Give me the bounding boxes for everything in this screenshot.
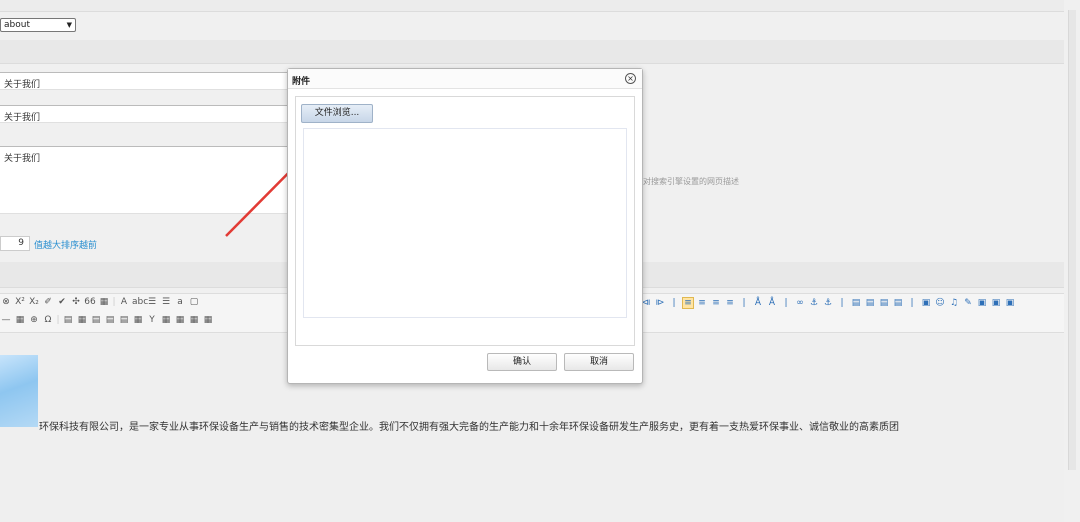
toolbar-button[interactable]: ▤ xyxy=(62,315,74,325)
keywords-field[interactable]: 关于我们 xyxy=(0,105,290,123)
sort-hint: 值越大排序越前 xyxy=(34,241,98,251)
toolbar-button[interactable]: ▣ xyxy=(976,298,988,308)
editor-body-text: 环保科技有限公司，是一家专业从事环保设备生产与销售的技术密集型企业。我们不仅拥有… xyxy=(39,422,899,433)
toolbar-separator: | xyxy=(112,297,116,307)
toolbar-button[interactable]: Ω xyxy=(42,315,54,325)
toolbar-button[interactable]: ☰ xyxy=(160,297,172,307)
file-list[interactable] xyxy=(303,128,627,318)
description-field-value: 关于我们 xyxy=(4,154,41,164)
keywords-field-value: 关于我们 xyxy=(4,113,41,123)
chevron-down-icon: ▼ xyxy=(66,21,72,29)
dialog-panel: 文件浏览... xyxy=(295,96,635,346)
toolbar-button[interactable]: ▦ xyxy=(76,315,88,325)
toolbar-button[interactable]: ⧐ xyxy=(654,298,666,308)
toolbar-button[interactable]: ✐ xyxy=(42,297,54,307)
toolbar-button[interactable]: ≡ xyxy=(724,298,736,308)
description-hint: 对搜索引擎设置的网页描述 xyxy=(643,177,739,186)
toolbar-button[interactable]: X₂ xyxy=(28,297,40,307)
toolbar-button[interactable]: ▣ xyxy=(1004,298,1016,308)
toolbar-separator: | xyxy=(742,298,746,308)
toolbar-button[interactable]: Å xyxy=(752,298,764,308)
toolbar-button[interactable]: ▤ xyxy=(892,298,904,308)
toolbar-button[interactable]: ⊕ xyxy=(28,315,40,325)
toolbar-button[interactable]: ⊗ xyxy=(0,297,12,307)
toolbar-button[interactable]: ▤ xyxy=(878,298,890,308)
toolbar-button[interactable]: ♫ xyxy=(948,298,960,308)
toolbar-right-row: ⧏ ⧐ | ≡ ≡ ≡ ≡ | Å Å | ∞ ⚓ ⚓ | ▤ ▤ ▤ ▤ | ▣ ☺ ♫ ✎ ▣ ▣ ▣ xyxy=(640,297,1018,309)
toolbar-button[interactable]: ▦ xyxy=(202,315,214,325)
file-browse-button[interactable]: 文件浏览... xyxy=(301,104,373,123)
toolbar-button[interactable]: ⚓ xyxy=(808,298,820,308)
toolbar-button[interactable]: ✎ xyxy=(962,298,974,308)
toolbar-button[interactable]: ✔ xyxy=(56,297,68,307)
toolbar-separator: | xyxy=(910,298,914,308)
toolbar-button[interactable]: ▤ xyxy=(118,315,130,325)
toolbar-button[interactable]: ▣ xyxy=(920,298,932,308)
toolbar-button[interactable]: ▦ xyxy=(98,297,110,307)
toolbar-button[interactable]: A xyxy=(118,297,130,307)
description-field[interactable]: 关于我们 xyxy=(0,146,290,214)
toolbar-button[interactable]: abc xyxy=(132,297,148,307)
toolbar-separator: | xyxy=(56,315,60,325)
toolbar-button[interactable]: ≡ xyxy=(710,298,722,308)
toolbar-button[interactable]: Å xyxy=(766,298,778,308)
attachment-dialog: 附件 × 文件浏览... 确认 取消 xyxy=(287,68,643,384)
dialog-header: 附件 × xyxy=(288,69,642,89)
cancel-button[interactable]: 取消 xyxy=(564,353,634,371)
title-field[interactable]: 关于我们 xyxy=(0,72,290,90)
toolbar-button[interactable]: — xyxy=(0,315,12,325)
toolbar-button[interactable]: ≡ xyxy=(696,298,708,308)
toolbar-button[interactable]: ≡ xyxy=(682,297,694,309)
toolbar-button[interactable]: ∞ xyxy=(794,298,806,308)
editor-image[interactable] xyxy=(0,355,38,427)
dialog-title: 附件 xyxy=(292,77,311,87)
toolbar-button[interactable]: ▤ xyxy=(90,315,102,325)
toolbar-button[interactable]: a xyxy=(174,297,186,307)
section-band-1 xyxy=(0,40,1080,64)
toolbar-button[interactable]: ▤ xyxy=(104,315,116,325)
toolbar-button[interactable]: ▤ xyxy=(864,298,876,308)
confirm-button[interactable]: 确认 xyxy=(487,353,557,371)
toolbar-button[interactable]: ⚓ xyxy=(822,298,834,308)
toolbar-button[interactable]: ▣ xyxy=(990,298,1002,308)
scrollbar-thumb[interactable] xyxy=(1068,10,1076,470)
toolbar-button[interactable]: ☰ xyxy=(146,297,158,307)
page-select[interactable]: about ▼ xyxy=(0,18,76,32)
header-band xyxy=(0,0,1080,12)
toolbar-button[interactable]: ▦ xyxy=(132,315,144,325)
toolbar-button[interactable]: ☺ xyxy=(934,298,946,308)
toolbar-button[interactable]: ▢ xyxy=(188,297,200,307)
toolbar-separator: | xyxy=(840,298,844,308)
toolbar-button[interactable]: X² xyxy=(14,297,26,307)
toolbar-separator: | xyxy=(672,298,676,308)
toolbar-button[interactable]: ▤ xyxy=(850,298,862,308)
toolbar-button[interactable]: ▦ xyxy=(174,315,186,325)
sort-input[interactable]: 9 xyxy=(0,236,30,251)
sort-value: 9 xyxy=(18,238,24,248)
toolbar-button[interactable]: Y xyxy=(146,315,158,325)
toolbar-button[interactable]: ▦ xyxy=(160,315,172,325)
title-field-value: 关于我们 xyxy=(4,80,41,90)
close-icon[interactable]: × xyxy=(625,73,636,84)
toolbar-button[interactable]: ▦ xyxy=(14,315,26,325)
toolbar-button[interactable]: ▦ xyxy=(188,315,200,325)
toolbar-button[interactable]: 66 xyxy=(84,297,96,307)
toolbar-separator: | xyxy=(784,298,788,308)
toolbar-button[interactable]: ✣ xyxy=(70,297,82,307)
toolbar-row-1: ⊗ X² X₂ ✐ ✔ ✣ 66 ▦ | Aabc☰ ☰ a ▢ xyxy=(0,297,290,313)
toolbar-row-2: — ▦ ⊕ Ω | ▤ ▦ ▤ ▤ ▤ ▦ Y ▦ ▦ ▦ ▦ xyxy=(0,315,290,331)
page-select-value: about xyxy=(4,20,30,30)
